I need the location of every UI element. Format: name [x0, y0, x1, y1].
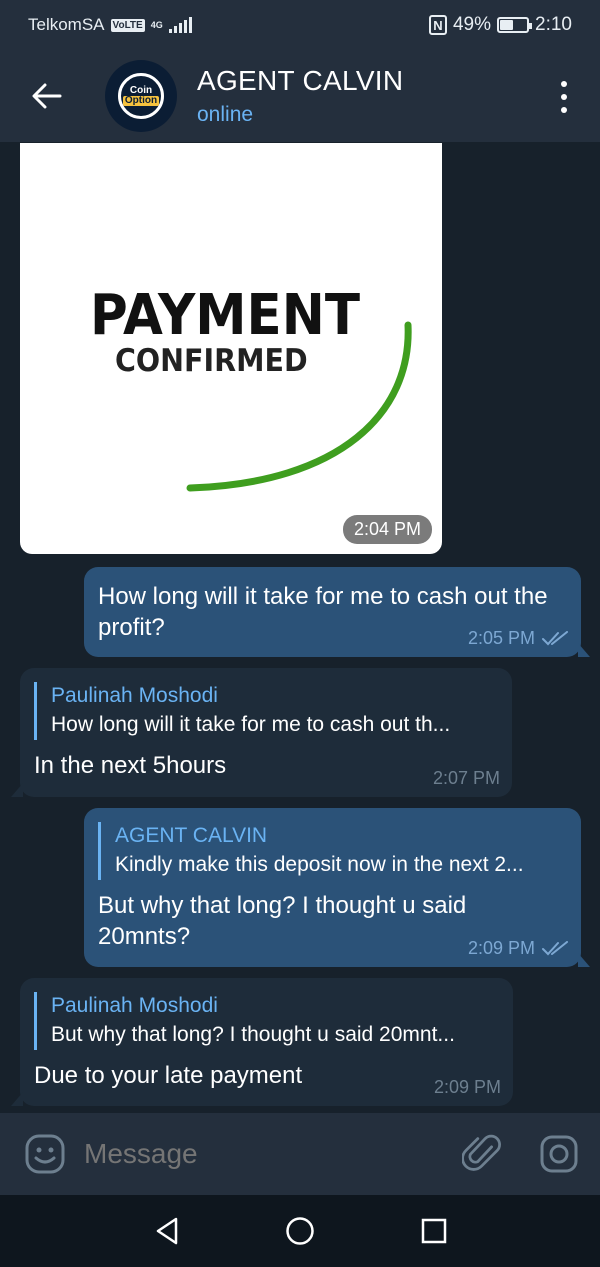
more-options-icon[interactable]: [554, 81, 574, 113]
reply-author: AGENT CALVIN: [115, 824, 268, 847]
back-arrow-icon: [32, 83, 62, 109]
coin-option-logo: Coin Option: [118, 73, 164, 119]
message-time: 2:07 PM: [432, 768, 500, 788]
message-composer: [0, 1113, 600, 1195]
double-check-icon: [542, 630, 568, 645]
chat-title: AGENT CALVIN: [197, 65, 404, 96]
chat-title-block[interactable]: AGENT CALVIN online: [197, 65, 403, 127]
nav-back-icon[interactable]: [152, 1215, 184, 1247]
clock: 2:10: [535, 14, 572, 35]
chat-header: Coin Option AGENT CALVIN online: [0, 50, 600, 142]
camera-icon[interactable]: [540, 1135, 578, 1173]
nav-recents-icon[interactable]: [418, 1215, 450, 1247]
status-bar: TelkomSA VoLTE 4G N 49% 2:10: [0, 0, 600, 50]
emoji-icon[interactable]: [24, 1133, 66, 1175]
reply-snippet: Kindly make this deposit now in the next…: [115, 853, 524, 876]
reply-quote[interactable]: AGENT CALVIN Kindly make this deposit no…: [98, 822, 567, 880]
avatar[interactable]: Coin Option: [105, 60, 177, 132]
message-time: 2:05 PM: [467, 628, 535, 648]
outgoing-message[interactable]: AGENT CALVIN Kindly make this deposit no…: [84, 808, 590, 967]
signal-icon: [168, 17, 192, 33]
online-status: online: [197, 103, 254, 126]
battery-icon: [497, 17, 533, 33]
nfc-icon: N: [428, 15, 447, 35]
message-text: Due to your late payment: [34, 1062, 303, 1089]
message-text: In the next 5hours: [34, 752, 227, 779]
message-time: 2:09 PM: [433, 1077, 501, 1097]
image-timestamp: 2:04 PM: [342, 515, 432, 544]
double-check-icon: [542, 940, 568, 955]
message-time: 2:09 PM: [467, 938, 535, 958]
network-type: 4G: [150, 19, 163, 30]
message-input[interactable]: [84, 1138, 444, 1170]
reply-author: Paulinah Moshodi: [51, 684, 218, 707]
volte-badge: VoLTE: [110, 18, 145, 32]
carrier-label: TelkomSA: [28, 15, 105, 34]
nav-home-icon[interactable]: [284, 1215, 316, 1247]
image-message[interactable]: PAYMENT CONFIRMED 2:04 PM: [20, 143, 442, 554]
back-button[interactable]: [17, 66, 77, 126]
incoming-message[interactable]: Paulinah Moshodi But why that long? I th…: [11, 978, 513, 1106]
reply-snippet: But why that long? I thought u said 20mn…: [51, 1023, 455, 1046]
reply-snippet: How long will it take for me to cash out…: [51, 713, 451, 736]
outgoing-message[interactable]: How long will it take for me to cash out…: [84, 567, 590, 657]
battery-percent: 49%: [452, 14, 492, 35]
attach-icon[interactable]: [462, 1133, 502, 1175]
system-nav-bar: [0, 1195, 600, 1267]
message-text: But why that long? I thought u said 20mn…: [98, 892, 467, 950]
reply-quote[interactable]: Paulinah Moshodi How long will it take f…: [34, 682, 498, 740]
reply-quote[interactable]: Paulinah Moshodi But why that long? I th…: [34, 992, 499, 1050]
payment-heading: PAYMENT: [90, 283, 361, 348]
reply-author: Paulinah Moshodi: [51, 994, 218, 1017]
payment-subheading: CONFIRMED: [115, 343, 308, 379]
incoming-message[interactable]: Paulinah Moshodi How long will it take f…: [11, 668, 512, 797]
